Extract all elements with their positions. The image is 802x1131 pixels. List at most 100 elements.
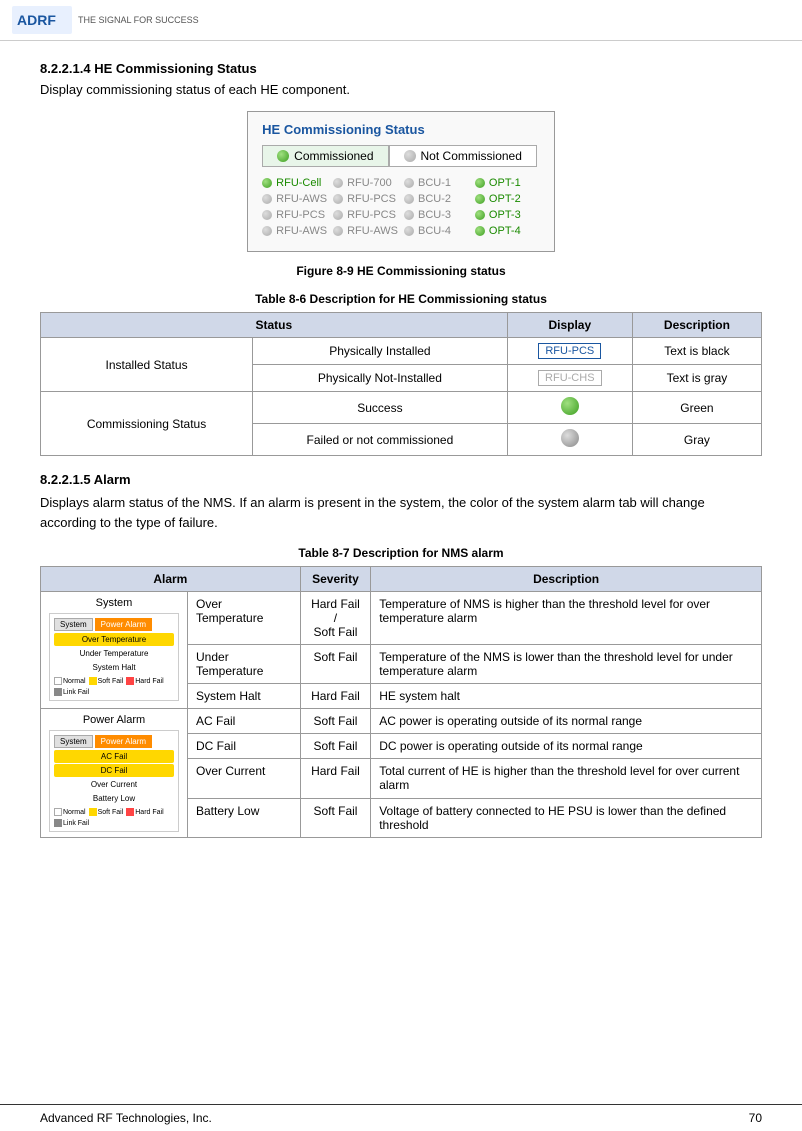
sys-legend: Normal Soft Fail Hard Fail [54, 677, 174, 696]
display-cell [507, 424, 632, 456]
list-item: BCU-1 [404, 177, 469, 189]
list-item: RFU-AWS [262, 225, 327, 237]
desc-cell: Total current of HE is higher than the t… [371, 759, 762, 798]
system-halt-item: System Halt [54, 661, 174, 674]
desc-cell: DC power is operating outside of its nor… [371, 734, 762, 759]
desc-cell: Temperature of the NMS is lower than the… [371, 645, 762, 684]
severity-cell: Soft Fail [300, 709, 371, 734]
alarm-label: System Halt [188, 684, 301, 709]
table-caption-8-6: Table 8-6 Description for HE Commissioni… [40, 292, 762, 306]
dot-green-icon [475, 178, 485, 188]
alarm-label: Over Current [188, 759, 301, 798]
desc-cell: AC power is operating outside of its nor… [371, 709, 762, 734]
table-row: Power Alarm System Power Alarm AC Fail D… [41, 709, 762, 734]
desc-cell: Temperature of NMS is higher than the th… [371, 592, 762, 645]
display-cell [507, 392, 632, 424]
system-tab2: System [54, 735, 93, 748]
rfu-pcs-display: RFU-PCS [538, 343, 601, 359]
row-group-installed: Installed Status [41, 338, 253, 392]
list-item: OPT-2 [475, 193, 540, 205]
legend-commissioned: Commissioned [262, 145, 388, 167]
alarm-label: DC Fail [188, 734, 301, 759]
severity-cell: Hard Fail /Soft Fail [300, 592, 371, 645]
legend-link: Link Fail [54, 688, 89, 696]
section-body-82214: Display commissioning status of each HE … [40, 82, 762, 97]
list-item: RFU-Cell [262, 177, 327, 189]
list-item: RFU-PCS [333, 193, 398, 205]
section-body-82215: Displays alarm status of the NMS. If an … [40, 493, 762, 532]
severity-cell: Soft Fail [300, 798, 371, 837]
col-header-status: Status [41, 313, 508, 338]
list-item: BCU-4 [404, 225, 469, 237]
section-heading-82214: 8.2.2.1.4 HE Commissioning Status [40, 61, 762, 76]
footer-page-number: 70 [749, 1111, 762, 1125]
dc-fail-item: DC Fail [54, 764, 174, 777]
display-cell: RFU-CHS [507, 365, 632, 392]
dot-gray-icon [262, 226, 272, 236]
row-label: Physically Installed [253, 338, 508, 365]
display-cell: RFU-PCS [507, 338, 632, 365]
dot-gray-icon [404, 226, 414, 236]
dot-green-icon [475, 210, 485, 220]
list-item: RFU-PCS [333, 209, 398, 221]
dot-gray-icon [404, 150, 416, 162]
system-tab: System [54, 618, 93, 631]
legend-soft2: Soft Fail [89, 808, 124, 816]
dot-green-icon [277, 150, 289, 162]
legend-soft: Soft Fail [89, 677, 124, 685]
severity-cell: Soft Fail [300, 645, 371, 684]
severity-cell: Hard Fail [300, 759, 371, 798]
col-header-display: Display [507, 313, 632, 338]
he-legend: Commissioned Not Commissioned [262, 145, 540, 167]
he-commissioning-box: HE Commissioning Status Commissioned Not… [247, 111, 555, 252]
commissioned-label: Commissioned [294, 149, 373, 163]
power-alarm-tab: Power Alarm [95, 618, 152, 631]
dot-green-icon [475, 194, 485, 204]
list-item: RFU-700 [333, 177, 398, 189]
logo-tagline: THE SIGNAL FOR SUCCESS [78, 15, 199, 26]
battery-low-item: Battery Low [54, 792, 174, 805]
description-col-header: Description [371, 567, 762, 592]
over-temp-item: Over Temperature [54, 633, 174, 646]
severity-cell: Soft Fail [300, 734, 371, 759]
dot-gray-icon [333, 194, 343, 204]
page-header: ADRF THE SIGNAL FOR SUCCESS [0, 0, 802, 41]
desc-cell: Gray [632, 424, 761, 456]
row-label: Physically Not-Installed [253, 365, 508, 392]
dot-green-icon [262, 178, 272, 188]
list-item: RFU-PCS [262, 209, 327, 221]
row-label: Success [253, 392, 508, 424]
severity-cell: Hard Fail [300, 684, 371, 709]
not-commissioned-label: Not Commissioned [421, 149, 522, 163]
dot-gray-icon [404, 210, 414, 220]
figure-caption-8-9: Figure 8-9 HE Commissioning status [40, 264, 762, 278]
table-row: Installed Status Physically Installed RF… [41, 338, 762, 365]
desc-cell: HE system halt [371, 684, 762, 709]
desc-cell: Green [632, 392, 761, 424]
power-items-list: AC Fail DC Fail Over Current Battery Low [54, 750, 174, 805]
footer-company: Advanced RF Technologies, Inc. [40, 1111, 212, 1125]
dot-gray-icon [262, 194, 272, 204]
svg-text:ADRF: ADRF [17, 12, 56, 28]
main-content: 8.2.2.1.4 HE Commissioning Status Displa… [0, 41, 802, 878]
alarm-label: AC Fail [188, 709, 301, 734]
legend-normal2: Normal [54, 808, 86, 816]
list-item: RFU-AWS [333, 225, 398, 237]
under-temp-item: Under Temperature [54, 647, 174, 660]
he-status-title: HE Commissioning Status [262, 122, 540, 137]
list-item: OPT-4 [475, 225, 540, 237]
legend-not-commissioned: Not Commissioned [389, 145, 537, 167]
col-header-description: Description [632, 313, 761, 338]
dot-gray-icon [333, 178, 343, 188]
alarm-group-power: Power Alarm System Power Alarm AC Fail D… [41, 709, 188, 838]
power-screenshot: System Power Alarm AC Fail DC Fail Over … [49, 730, 179, 832]
ac-fail-item: AC Fail [54, 750, 174, 763]
logo-area: ADRF THE SIGNAL FOR SUCCESS [12, 6, 199, 34]
over-current-item: Over Current [54, 778, 174, 791]
dot-gray-icon [404, 178, 414, 188]
severity-col-header: Severity [300, 567, 371, 592]
alarm-label: Over Temperature [188, 592, 301, 645]
table-row: Commissioning Status Success Green [41, 392, 762, 424]
dot-gray-icon [404, 194, 414, 204]
list-item: BCU-2 [404, 193, 469, 205]
